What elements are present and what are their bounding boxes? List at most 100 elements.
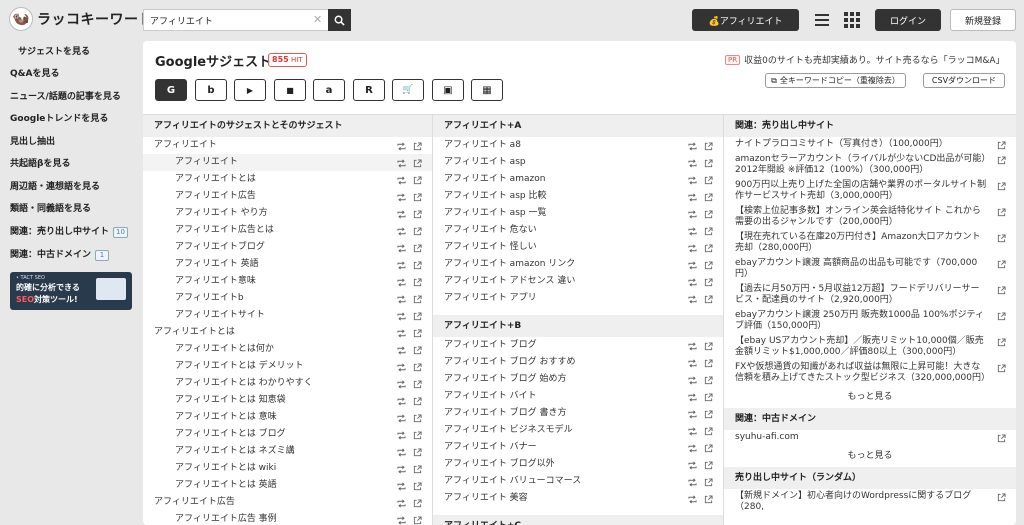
keyword-row[interactable]: アフィリエイト ブログ [433,337,723,354]
dig-suggest-icon[interactable] [397,260,406,270]
keyword-row[interactable]: アフィリエイト アドセンス 違い [433,273,723,290]
external-link-icon[interactable] [997,338,1006,347]
keyword-row[interactable]: アフィリエイト広告とは [143,222,432,239]
dig-suggest-icon[interactable] [397,362,406,372]
external-link-icon[interactable] [704,141,713,151]
keyword-row[interactable]: アフィリエイトとは 意味 [143,409,432,426]
site-listing[interactable]: 【過去に月50万円・5月収益12万超】フードデリバリーサービス・配達員のサイト（… [724,282,1016,308]
dig-suggest-icon[interactable] [688,460,697,470]
keyword-row[interactable]: アフィリエイト広告 [143,494,432,511]
external-link-icon[interactable] [704,277,713,287]
keyword-row[interactable]: アフィリエイト ブログ 始め方 [433,371,723,388]
dig-suggest-icon[interactable] [397,311,406,321]
external-link-icon[interactable] [704,341,713,351]
dig-suggest-icon[interactable] [688,392,697,402]
dig-suggest-icon[interactable] [688,175,697,185]
external-link-icon[interactable] [413,209,422,219]
dig-suggest-icon[interactable] [397,158,406,168]
keyword-row[interactable]: アフィリエイトとは デメリット [143,358,432,375]
keyword-row[interactable]: アフィリエイト asp 比較 [433,188,723,205]
tact-seo-banner[interactable]: • TACT SEO 的確に分析できる SEO対策ツール! [10,272,132,310]
dig-suggest-icon[interactable] [397,141,406,151]
keyword-row[interactable]: アフィリエイト バイト [433,388,723,405]
engine-rakuten-tab[interactable]: R [353,79,385,101]
dig-suggest-icon[interactable] [397,277,406,287]
sidebar-item-news[interactable]: ニュース/話題の記事を見る [10,88,121,106]
dig-suggest-icon[interactable] [688,158,697,168]
dig-suggest-icon[interactable] [397,345,406,355]
sidebar-item-trends[interactable]: Googleトレンドを見る [10,110,108,128]
external-link-icon[interactable] [704,494,713,504]
keyword-row[interactable]: アフィリエイトとは 知恵袋 [143,392,432,409]
dig-suggest-icon[interactable] [397,413,406,423]
external-link-icon[interactable] [997,208,1006,217]
engine-video-tab[interactable]: ■ [274,79,306,101]
dig-suggest-icon[interactable] [688,226,697,236]
keyword-row[interactable]: アフィリエイト [143,154,432,171]
dig-suggest-icon[interactable] [688,494,697,504]
dig-suggest-icon[interactable] [397,515,406,525]
keyword-row[interactable]: アフィリエイト バナー [433,439,723,456]
dig-suggest-icon[interactable] [397,192,406,202]
keyword-row[interactable]: アフィリエイト asp [433,154,723,171]
affiliate-button[interactable]: 💰アフィリエイト [692,9,799,31]
sidebar-item-qa[interactable]: Q&Aを見る [10,65,59,83]
external-link-icon[interactable] [413,481,422,491]
login-button[interactable]: ログイン [875,9,941,31]
external-link-icon[interactable] [704,260,713,270]
site-listing[interactable]: FXや仮想通貨の知識があれば収益は無限に上昇可能！大きな信頼を積み上げてきたスト… [724,360,1016,386]
external-link-icon[interactable] [997,312,1006,321]
clear-icon[interactable]: ✕ [313,13,322,26]
keyword-row[interactable]: アフィリエイトとは何か [143,341,432,358]
search-input[interactable] [143,9,328,31]
external-link-icon[interactable] [997,141,1006,150]
external-link-icon[interactable] [997,156,1006,165]
external-link-icon[interactable] [704,358,713,368]
keyword-row[interactable]: アフィリエイト asp 一覧 [433,205,723,222]
dig-suggest-icon[interactable] [688,341,697,351]
dig-suggest-icon[interactable] [688,141,697,151]
external-link-icon[interactable] [997,260,1006,269]
keyword-row[interactable]: アフィリエイトとは wiki [143,460,432,477]
keyword-row[interactable]: アフィリエイト ブログ以外 [433,456,723,473]
keyword-row[interactable]: アフィリエイトサイト [143,307,432,324]
site-listing[interactable]: 【ebay USアカウント売却】／販売リミット10,000個／販売金額リミット$… [724,334,1016,360]
external-link-icon[interactable] [997,234,1006,243]
keyword-row[interactable]: アフィリエイト アプリ [433,290,723,307]
copy-all-keywords-button[interactable]: ⧉ 全キーワードコピー（重複除去） [765,73,906,88]
keyword-row[interactable]: アフィリエイト amazon リンク [433,256,723,273]
external-link-icon[interactable] [413,498,422,508]
dig-suggest-icon[interactable] [397,209,406,219]
keyword-row[interactable]: アフィリエイトとは [143,171,432,188]
keyword-row[interactable]: アフィリエイトとは ネズミ講 [143,443,432,460]
menu-icon[interactable] [813,11,831,29]
dig-suggest-icon[interactable] [688,260,697,270]
keyword-row[interactable]: アフィリエイト広告 事例 [143,511,432,525]
external-link-icon[interactable] [704,192,713,202]
external-link-icon[interactable] [704,392,713,402]
keyword-row[interactable]: アフィリエイト バリューコマース [433,473,723,490]
external-link-icon[interactable] [413,277,422,287]
external-link-icon[interactable] [413,243,422,253]
keyword-row[interactable]: アフィリエイト 危ない [433,222,723,239]
dig-suggest-icon[interactable] [688,294,697,304]
site-listing[interactable]: ナイトプラロコミサイト（写真付き）（100,000円） [724,137,1016,152]
site-listing[interactable]: ebayアカウント譲渡 高額商品の出品も可能です（700,000円） [724,256,1016,282]
keyword-row[interactable]: アフィリエイト a8 [433,137,723,154]
dig-suggest-icon[interactable] [688,477,697,487]
keyword-row[interactable]: アフィリエイト 英語 [143,256,432,273]
dig-suggest-icon[interactable] [397,464,406,474]
external-link-icon[interactable] [997,286,1006,295]
keyword-row[interactable]: アフィリエイト 怪しい [433,239,723,256]
dig-suggest-icon[interactable] [688,375,697,385]
logo[interactable]: 🦦 ラッコキーワード [9,7,153,31]
more-sale-sites-link[interactable]: もっと見る [724,386,1016,408]
external-link-icon[interactable] [997,182,1006,191]
external-link-icon[interactable] [704,375,713,385]
keyword-row[interactable]: アフィリエイトb [143,290,432,307]
external-link-icon[interactable] [704,175,713,185]
dig-suggest-icon[interactable] [688,426,697,436]
dig-suggest-icon[interactable] [688,277,697,287]
keyword-row[interactable]: アフィリエイトとは [143,324,432,341]
dig-suggest-icon[interactable] [397,328,406,338]
